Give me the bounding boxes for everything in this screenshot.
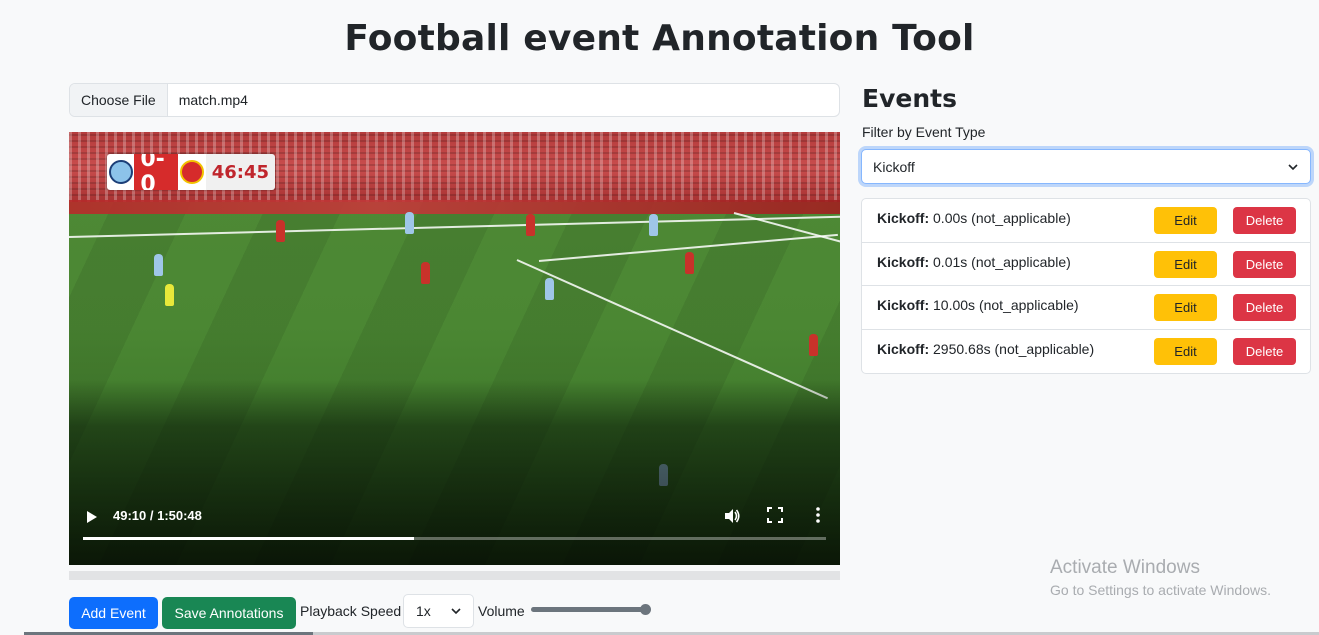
player: [526, 214, 535, 236]
away-team-badge: [178, 154, 206, 190]
choose-file-button[interactable]: Choose File: [70, 84, 168, 116]
save-annotations-button[interactable]: Save Annotations: [162, 597, 296, 629]
delete-button[interactable]: Delete: [1233, 337, 1296, 365]
scorebug: 0-0 46:45: [107, 154, 275, 190]
event-type-filter-select[interactable]: Kickoff: [861, 149, 1311, 184]
home-team-badge: [107, 154, 135, 190]
volume-thumb[interactable]: [640, 604, 651, 615]
timeline-bar: [69, 571, 840, 580]
video-progress-fill: [83, 537, 414, 540]
event-detail: 10.00s (not_applicable): [929, 297, 1079, 313]
event-detail: 0.00s (not_applicable): [929, 210, 1071, 226]
event-detail: 0.01s (not_applicable): [929, 253, 1071, 270]
event-detail: 2950.68s (not_applicable): [929, 340, 1095, 357]
team-crest-icon: [108, 160, 133, 184]
event-type: Kickoff:: [877, 340, 930, 357]
edit-button[interactable]: Edit: [1154, 207, 1217, 234]
referee: [165, 284, 174, 306]
play-icon[interactable]: [85, 510, 99, 524]
list-item: Kickoff: 0.01s (not_applicable) Edit Del…: [862, 243, 1310, 286]
edit-button[interactable]: Edit: [1154, 250, 1217, 278]
event-text: Kickoff: 0.01s (not_applicable): [877, 254, 1071, 270]
file-input[interactable]: Choose File match.mp4: [69, 83, 840, 117]
event-type: Kickoff:: [877, 297, 930, 313]
score: 0-0: [134, 154, 179, 190]
match-clock: 46:45: [205, 154, 275, 190]
player: [154, 254, 163, 276]
team-crest-icon: [180, 160, 205, 184]
file-name: match.mp4: [178, 92, 248, 108]
player: [809, 334, 818, 356]
player: [421, 262, 430, 284]
edit-button[interactable]: Edit: [1154, 337, 1217, 365]
volume-track: [531, 607, 645, 612]
video-player[interactable]: 0-0 46:45 49:10 / 1:50:48: [69, 132, 840, 565]
page-title: Football event Annotation Tool: [344, 18, 975, 59]
edit-button[interactable]: Edit: [1154, 294, 1217, 321]
delete-button[interactable]: Delete: [1233, 294, 1296, 321]
filter-label: Filter by Event Type: [862, 124, 986, 140]
advertising-board: [69, 200, 840, 214]
events-heading: Events: [862, 84, 957, 113]
time-display: 49:10 / 1:50:48: [113, 508, 202, 523]
add-event-button[interactable]: Add Event: [69, 597, 158, 629]
activate-windows-subtext: Go to Settings to activate Windows.: [1050, 582, 1271, 598]
chevron-down-icon: [451, 608, 461, 615]
list-item: Kickoff: 2950.68s (not_applicable) Edit …: [862, 330, 1310, 374]
video-controls: 49:10 / 1:50:48: [69, 495, 840, 565]
chevron-down-icon: [1288, 164, 1298, 171]
player: [685, 252, 694, 274]
video-progress-bar[interactable]: [83, 537, 826, 540]
more-vertical-icon[interactable]: [813, 506, 823, 524]
filter-value: Kickoff: [873, 158, 915, 175]
event-text: Kickoff: 2950.68s (not_applicable): [877, 341, 1094, 357]
playback-speed-label: Playback Speed: [300, 603, 402, 619]
fullscreen-icon[interactable]: [767, 507, 783, 523]
delete-button[interactable]: Delete: [1233, 250, 1296, 278]
player: [545, 278, 554, 300]
player: [649, 214, 658, 236]
event-text: Kickoff: 10.00s (not_applicable): [877, 297, 1079, 313]
delete-button[interactable]: Delete: [1233, 207, 1296, 234]
volume-label: Volume: [478, 603, 525, 619]
list-item: Kickoff: 10.00s (not_applicable) Edit De…: [862, 286, 1310, 330]
player: [405, 212, 414, 234]
player: [276, 220, 285, 242]
activate-windows-watermark: Activate Windows: [1050, 557, 1200, 578]
event-type: Kickoff:: [877, 210, 930, 226]
events-list: Kickoff: 0.00s (not_applicable) Edit Del…: [861, 198, 1311, 374]
volume-slider[interactable]: [531, 604, 651, 615]
playback-speed-value: 1x: [416, 603, 431, 619]
event-text: Kickoff: 0.00s (not_applicable): [877, 210, 1071, 226]
list-item: Kickoff: 0.00s (not_applicable) Edit Del…: [862, 199, 1310, 243]
volume-icon[interactable]: [723, 507, 741, 525]
event-type: Kickoff:: [877, 253, 930, 270]
playback-speed-select[interactable]: 1x: [403, 594, 474, 628]
